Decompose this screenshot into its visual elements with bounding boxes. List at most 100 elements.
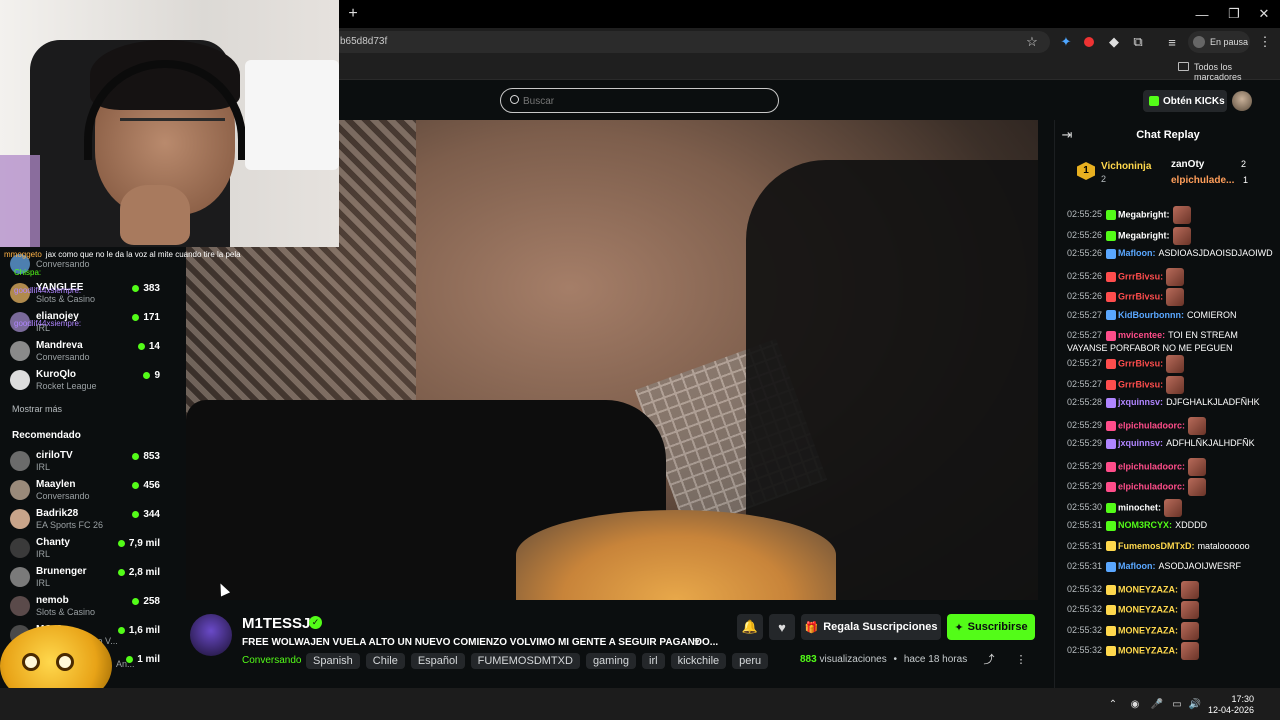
chat-username[interactable]: minochet: — [1118, 502, 1161, 512]
chat-username[interactable]: GrrrBivsu: — [1118, 358, 1163, 368]
chat-username[interactable]: MONEYZAZA: — [1118, 625, 1178, 635]
emote-icon — [1181, 601, 1200, 619]
leader-name[interactable]: Vichoninja — [1101, 161, 1151, 172]
emote-icon — [1166, 355, 1185, 373]
category-link[interactable]: Conversando — [242, 655, 301, 666]
chevron-down-icon[interactable]: ▼ — [690, 635, 704, 649]
restore-window-button[interactable]: ❐ — [1224, 4, 1244, 24]
new-tab-button[interactable]: + — [344, 5, 362, 22]
record-icon[interactable] — [1084, 37, 1094, 47]
sidebar-following-item[interactable]: Mandreva Conversando 14 — [10, 337, 160, 365]
url-field[interactable]: b65d8d73f ☆ — [330, 31, 1050, 53]
chat-timestamp: 02:55:26 — [1067, 248, 1103, 258]
bookmark-star-icon[interactable]: ☆ — [1024, 33, 1040, 51]
minimize-window-button[interactable]: — — [1192, 4, 1212, 24]
tag[interactable]: Spanish — [306, 653, 360, 669]
close-window-button[interactable]: ✕ — [1254, 4, 1274, 24]
chat-timestamp: 02:55:27 — [1067, 358, 1103, 369]
live-dot-icon — [132, 481, 140, 489]
live-dot-icon — [117, 539, 125, 547]
sidebar-recommended-item[interactable]: Brunenger IRL 2,8 mil — [10, 563, 160, 591]
chat-username[interactable]: GrrrBivsu: — [1118, 271, 1163, 281]
avatar — [10, 567, 30, 587]
channel-avatar[interactable] — [190, 614, 232, 656]
tag[interactable]: Español — [410, 653, 465, 669]
chat-username[interactable]: Mafloon: — [1118, 561, 1156, 571]
sidebar-recommended-item[interactable]: Chanty IRL 7,9 mil — [10, 534, 160, 562]
network-icon[interactable]: ▭ — [1170, 696, 1184, 712]
sidebar-following-item[interactable]: KuroQlo Rocket League 9 — [10, 366, 160, 394]
browser-menu-icon[interactable]: ⋮ — [1258, 34, 1272, 50]
chat-username[interactable]: Mafloon: — [1118, 248, 1156, 258]
chat-username[interactable]: MONEYZAZA: — [1118, 645, 1178, 655]
chat-username[interactable]: jxquinnsv: — [1118, 397, 1163, 407]
search-bar[interactable] — [500, 88, 779, 113]
tag[interactable]: kickchile — [670, 653, 727, 669]
mic-icon[interactable]: 🎤 — [1150, 696, 1164, 712]
stream-info: M1TESSJ ✓ FREE WOLWAJEN VUELA ALTO UN NU… — [176, 600, 1054, 688]
chevron-up-icon[interactable]: ⌃ — [1106, 696, 1120, 712]
chat-username[interactable]: jxquinnsv: — [1118, 438, 1163, 448]
profile-paused-chip[interactable]: En pausa — [1188, 31, 1250, 53]
sidebar-recommended-item[interactable]: Maaylen Conversando 456 — [10, 476, 160, 504]
channel-name-heading[interactable]: M1TESSJ — [242, 615, 310, 632]
tag[interactable]: peru — [732, 653, 769, 669]
clock-date[interactable]: 12-04-2026 — [1208, 705, 1254, 715]
chat-username[interactable]: Megabright: — [1118, 209, 1170, 219]
chat-text: COMIERON — [1187, 309, 1237, 320]
chat-timestamp: 02:55:30 — [1067, 501, 1103, 512]
chat-username[interactable]: Megabright: — [1118, 230, 1170, 240]
tag[interactable]: gaming — [585, 653, 637, 669]
chat-messages: 02:55:25 Megabright: 02:55:26 Megabright: 02… — [1055, 202, 1280, 686]
tag[interactable]: FUMEMOSDMTXD — [470, 653, 580, 669]
gift-subscriptions-button[interactable]: 🎁 Regala Suscripciones — [801, 614, 941, 640]
third-name[interactable]: elpichulade... — [1171, 175, 1234, 186]
get-kicks-button[interactable]: Obtén KICKs — [1143, 90, 1227, 112]
all-bookmarks-link[interactable]: Todos los marcadores — [1194, 62, 1280, 82]
chat-username[interactable]: mvicentee: — [1118, 330, 1165, 340]
chat-username[interactable]: FumemosDMTxD: — [1118, 541, 1195, 551]
follow-heart-button[interactable]: ♥ — [769, 614, 795, 640]
chat-username[interactable]: KidBourbonnn: — [1118, 310, 1184, 320]
live-dot-icon — [137, 342, 145, 350]
notification-bell-button[interactable]: 🔔 — [737, 614, 763, 640]
view-count-label: visualizaciones — [819, 654, 887, 665]
chat-username[interactable]: GrrrBivsu: — [1118, 291, 1163, 301]
second-name[interactable]: zanOty — [1171, 159, 1204, 170]
chat-username[interactable]: GrrrBivsu: — [1118, 379, 1163, 389]
chat-message: 02:55:25 Megabright: — [1067, 206, 1273, 224]
chat-message: 02:55:26 GrrrBivsu: — [1067, 267, 1273, 286]
share-icon[interactable]: ⤴ — [982, 652, 996, 666]
search-input[interactable] — [523, 93, 763, 109]
user-avatar[interactable] — [1232, 91, 1252, 111]
avatar — [10, 341, 30, 361]
subscribe-button[interactable]: ✦ Suscribirse — [947, 614, 1035, 640]
gift-leaderboard: 1 Vichoninja 2 zanOty 2 elpichulade... 1 — [1055, 152, 1280, 197]
chat-username[interactable]: MONEYZAZA: — [1118, 584, 1178, 594]
more-options-icon[interactable]: ⋮ — [1014, 652, 1028, 666]
clock-time[interactable]: 17:30 — [1226, 694, 1254, 704]
badge-icon — [1106, 502, 1117, 513]
media-icon[interactable]: ≡ — [1164, 34, 1180, 50]
chat-message: 02:55:28 jxquinnsv: DJFGHALKJLADFÑHK — [1067, 396, 1273, 409]
discord-icon[interactable]: ◉ — [1128, 696, 1142, 712]
chat-username[interactable]: NOM3RCYX: — [1118, 520, 1172, 530]
volume-icon[interactable]: 🔊 — [1188, 696, 1202, 712]
rank-badge: 1 — [1077, 162, 1095, 180]
tag[interactable]: Chile — [365, 653, 405, 669]
chat-username[interactable]: elpichuladoorc: — [1118, 420, 1185, 430]
chat-timestamp: 02:55:29 — [1067, 481, 1103, 492]
sidebar-recommended-item[interactable]: Badrik28 EA Sports FC 26 344 — [10, 505, 160, 533]
sidebar-recommended-item[interactable]: ciriloTV IRL 853 — [10, 447, 160, 475]
chat-username[interactable]: MONEYZAZA: — [1118, 604, 1178, 614]
sidebar-recommended-item[interactable]: nemob Slots & Casino 258 — [10, 592, 160, 620]
show-more-link[interactable]: Mostrar más — [12, 404, 62, 414]
tag-list: Spanish Chile Español FUMEMOSDMTXD gaming irl… — [306, 653, 774, 669]
chat-username[interactable]: elpichuladoorc: — [1118, 461, 1185, 471]
tag[interactable]: irl — [642, 653, 665, 669]
chat-username[interactable]: elpichuladoorc: — [1118, 481, 1185, 491]
extension-icon[interactable]: ✦ — [1058, 34, 1074, 50]
diamond-icon[interactable]: ◆ — [1106, 34, 1122, 50]
get-kicks-label: Obtén KICKs — [1163, 95, 1225, 107]
puzzle-icon[interactable]: ⧉ — [1130, 34, 1146, 50]
